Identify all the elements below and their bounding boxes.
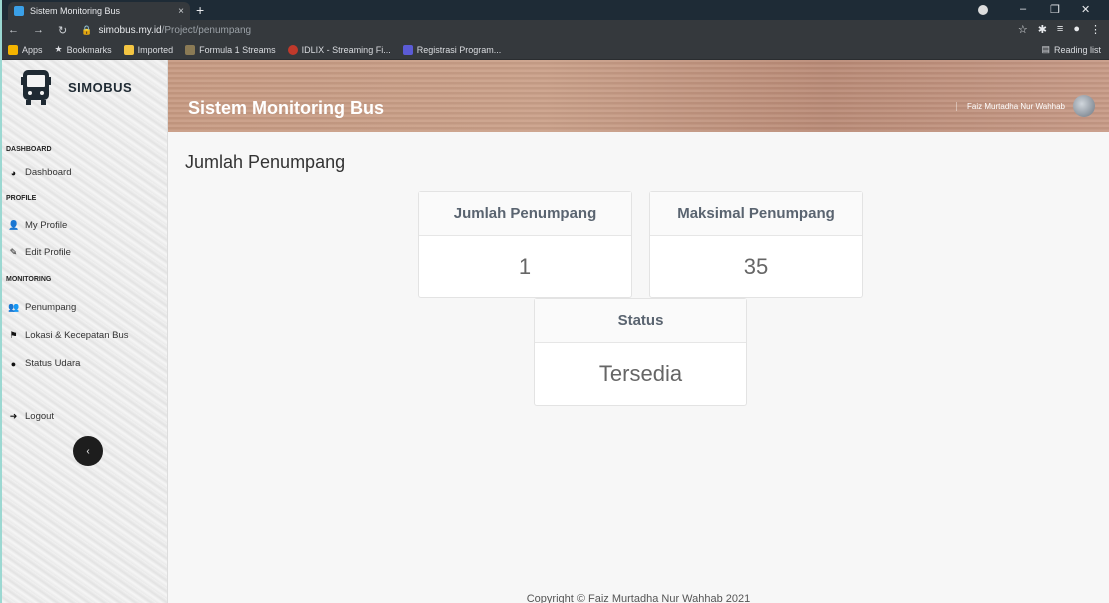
folder-icon [123, 44, 134, 55]
users-icon: 👥 [8, 302, 20, 312]
close-window-icon[interactable]: ✕ [1081, 3, 1090, 16]
user-edit-icon: ✎ [9, 247, 18, 257]
star-icon: ★ [54, 44, 63, 54]
card-maksimal-penumpang: Maksimal Penumpang 35 [649, 191, 863, 298]
card-value: Tersedia [598, 361, 683, 386]
chevron-left-icon: ‹ [86, 445, 90, 457]
browser-toolbar: ← → ↻ 🔒 simobus.my.id/Project/penumpang … [0, 20, 1109, 40]
bookmark-formula1[interactable]: Formula 1 Streams [185, 44, 276, 55]
card-value: 1 [518, 253, 532, 279]
card-label: Jumlah Penumpang [419, 192, 631, 236]
sidebar-item-penumpang[interactable]: 👥 Penumpang [8, 302, 76, 313]
new-tab-button[interactable]: + [196, 2, 204, 18]
fire-icon: ● [10, 358, 17, 369]
header-title: Sistem Monitoring Bus [188, 98, 385, 118]
extensions-icon[interactable]: ✱ [1038, 23, 1047, 36]
minimize-icon[interactable]: – [1020, 3, 1026, 15]
registrasi-icon [402, 44, 413, 55]
section-dashboard: DASHBOARD [6, 146, 52, 153]
sidebar-item-lokasi[interactable]: ⚑ Lokasi & Kecepatan Bus [8, 330, 128, 341]
bookmark-bookmarks[interactable]: ★ Bookmarks [55, 44, 112, 55]
bookmark-star-icon[interactable]: ☆ [1018, 23, 1028, 36]
tab-close-icon[interactable]: × [178, 6, 184, 17]
bookmark-imported[interactable]: Imported [123, 44, 173, 55]
sign-out-icon: ➜ [9, 411, 18, 421]
left-edge-accent [0, 0, 2, 603]
web-page: SIMOBUS DASHBOARD ◕ Dashboard PROFILE 👤 … [0, 60, 1109, 603]
card-jumlah-penumpang: Jumlah Penumpang 1 [418, 191, 632, 298]
forward-icon[interactable]: → [33, 24, 44, 36]
tab-title: Sistem Monitoring Bus [30, 6, 121, 16]
url-host: simobus.my.id [98, 24, 162, 36]
bookmark-idlix[interactable]: IDLIX - Streaming Fi... [287, 44, 391, 55]
f1-icon [185, 44, 196, 55]
page-title: Jumlah Penumpang [185, 152, 346, 172]
media-icon[interactable]: ≡ [1057, 23, 1063, 36]
sidebar-item-dashboard[interactable]: ◕ Dashboard [8, 167, 72, 178]
lock-icon[interactable]: 🔒 [81, 25, 92, 36]
card-value: 35 [743, 253, 769, 279]
section-profile: PROFILE [6, 195, 37, 202]
sidebar-item-edit-profile[interactable]: ✎ Edit Profile [8, 247, 71, 258]
tab-favicon-icon [14, 6, 24, 16]
reading-list[interactable]: ▤ Reading list [1041, 44, 1101, 55]
bus-icon [21, 70, 51, 105]
menu-icon[interactable]: ⋮ [1090, 23, 1101, 36]
bookmark-apps[interactable]: Apps [8, 44, 43, 55]
sidebar-item-logout[interactable]: ➜ Logout [8, 411, 54, 422]
back-icon[interactable]: ← [8, 24, 19, 36]
user-icon: 👤 [8, 220, 20, 230]
address-bar[interactable]: simobus.my.id/Project/penumpang [98, 25, 251, 36]
browser-tab-bar: Sistem Monitoring Bus × + – ❐ ✕ [0, 0, 1109, 20]
footer-copyright: Copyright © Faiz Murtadha Nur Wahhab 202… [526, 593, 751, 603]
url-path: /Project/penumpang [161, 24, 252, 36]
sidebar: SIMOBUS DASHBOARD ◕ Dashboard PROFILE 👤 … [0, 60, 168, 603]
card-label: Maksimal Penumpang [650, 192, 862, 236]
bookmark-registrasi[interactable]: Registrasi Program... [402, 44, 501, 55]
apps-grid-icon [8, 44, 18, 55]
bookmarks-bar: Apps ★ Bookmarks Imported Formula 1 Strea… [0, 40, 1109, 60]
sidebar-item-status-udara[interactable]: ● Status Udara [8, 358, 81, 369]
reading-list-icon: ▤ [1041, 44, 1050, 54]
profile-icon[interactable] [978, 5, 988, 15]
header-user-name[interactable]: Faiz Murtadha Nur Wahhab [956, 102, 1065, 111]
toolbar-actions: ☆ ✱ ≡ ● ⋮ [1018, 23, 1101, 36]
page-header: Sistem Monitoring Bus Faiz Murtadha Nur … [168, 60, 1109, 132]
sidebar-collapse-button[interactable]: ‹ [73, 436, 103, 466]
location-icon: ⚑ [9, 330, 18, 340]
sidebar-item-my-profile[interactable]: 👤 My Profile [8, 220, 67, 231]
dashboard-gauge-icon: ◕ [10, 167, 17, 178]
card-label: Status [535, 299, 746, 343]
browser-tab[interactable]: Sistem Monitoring Bus × [8, 2, 190, 20]
section-monitoring: MONITORING [6, 276, 52, 283]
brand-name: SIMOBUS [68, 79, 133, 95]
brand[interactable]: SIMOBUS [20, 68, 132, 106]
avatar[interactable] [1073, 95, 1095, 117]
idlix-icon [287, 44, 298, 55]
account-icon[interactable]: ● [1073, 23, 1080, 36]
card-status: Status Tersedia [534, 298, 747, 406]
reload-icon[interactable]: ↻ [58, 24, 67, 37]
restore-icon[interactable]: ❐ [1050, 3, 1060, 16]
